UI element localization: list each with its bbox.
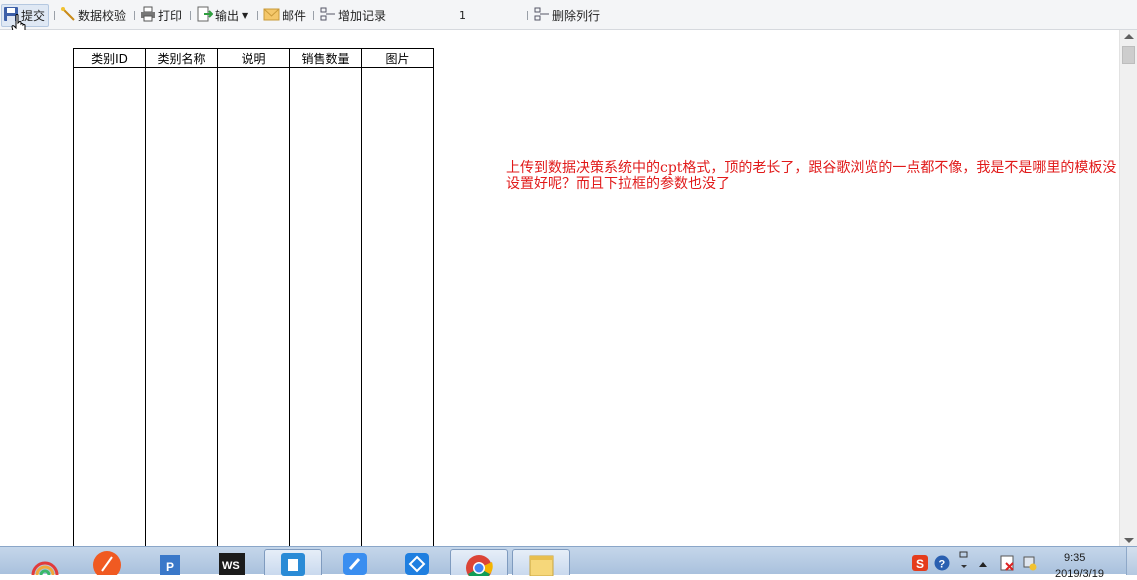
table-cell[interactable]	[145, 67, 218, 546]
email-button[interactable]: 邮件	[263, 5, 306, 25]
ime-sogou-icon[interactable]: S	[912, 555, 928, 574]
clock-time[interactable]: 9:35	[1064, 552, 1085, 564]
toolbar-separator	[257, 11, 258, 20]
column-header-category-name: 类别名称	[145, 48, 218, 68]
delete-row-label: 删除列行	[552, 8, 601, 23]
taskbar-app-pen[interactable]	[78, 549, 136, 575]
export-button[interactable]: 输出 ▼	[197, 5, 248, 25]
clock-date[interactable]: 2019/3/19	[1055, 568, 1104, 580]
delete-row-icon	[534, 6, 550, 25]
column-header-category-id: 类别ID	[73, 48, 146, 68]
app-pen-icon	[93, 551, 121, 575]
validate-button[interactable]: 数据校验	[60, 5, 126, 25]
wand-icon	[60, 6, 76, 25]
ime-settings-icon[interactable]	[958, 551, 970, 574]
report-toolbar: 提交 数据校验 打印 输出 ▼ 邮件 增加记录 1 删除列行	[0, 0, 1137, 38]
toolbar-separator	[527, 11, 528, 20]
delete-row-button[interactable]: 删除列行	[534, 5, 600, 25]
add-row-icon	[320, 6, 336, 25]
table-cell[interactable]	[217, 67, 290, 546]
scroll-down-icon[interactable]	[1124, 538, 1134, 543]
taskbar-app-rainbow[interactable]	[16, 549, 74, 575]
taskbar-app-folder[interactable]	[512, 549, 570, 576]
print-button[interactable]: 打印	[140, 5, 182, 25]
toolbar-separator	[313, 11, 314, 20]
email-label: 邮件	[282, 8, 307, 23]
taskbar-app-blue[interactable]	[264, 549, 322, 576]
add-record-label: 增加记录	[338, 8, 387, 23]
add-record-button[interactable]: 增加记录	[320, 5, 386, 25]
taskbar-app-webstorm[interactable]: WS	[202, 549, 260, 575]
envelope-icon	[263, 7, 280, 24]
taskbar-app-chrome[interactable]	[450, 549, 508, 576]
table-cell[interactable]	[73, 67, 146, 546]
table-header-row: 类别ID 类别名称 说明 销售数量 图片	[73, 48, 434, 68]
annotation-text: 上传到数据决策系统中的cpt格式，顶的老长了，跟谷歌浏览的一点都不像，我是不是哪…	[506, 160, 1117, 192]
taskbar-app-edit[interactable]	[326, 549, 384, 575]
action-center-icon[interactable]	[1000, 555, 1016, 574]
svg-text:S: S	[916, 557, 924, 571]
show-desktop-button[interactable]	[1126, 547, 1137, 575]
toolbar-separator	[134, 11, 135, 20]
report-table: 类别ID 类别名称 说明 销售数量 图片	[73, 48, 434, 546]
app-powerpoint-icon: P	[160, 555, 180, 575]
report-canvas: 类别ID 类别名称 说明 销售数量 图片 上传到数据决策系统中的cpt格式，顶的…	[0, 30, 1119, 546]
help-icon[interactable]: ?	[934, 555, 950, 574]
taskbar-app-powerpoint[interactable]: P	[140, 549, 198, 575]
validate-label: 数据校验	[78, 8, 127, 23]
scroll-thumb[interactable]	[1122, 46, 1135, 64]
app-network-icon	[405, 553, 429, 575]
chevron-down-icon: ▼	[242, 10, 249, 20]
scroll-up-icon[interactable]	[1124, 34, 1134, 39]
toolbar-separator	[54, 11, 55, 20]
print-label: 打印	[158, 8, 183, 23]
app-rainbow-icon	[31, 561, 59, 575]
column-header-image: 图片	[361, 48, 434, 68]
app-chrome-icon	[466, 555, 493, 576]
export-label: 输出	[215, 8, 240, 23]
show-hidden-icons-icon[interactable]	[978, 557, 988, 571]
app-webstorm-icon: WS	[219, 553, 245, 575]
column-header-description: 说明	[217, 48, 290, 68]
vertical-scrollbar[interactable]	[1119, 30, 1137, 546]
page-number: 1	[459, 9, 466, 22]
svg-text:P: P	[166, 560, 174, 574]
table-cell[interactable]	[361, 67, 434, 546]
export-icon	[197, 6, 214, 25]
windows-taskbar: P WS S ? 9:35 2019/3/19	[0, 546, 1137, 580]
toolbar-separator	[190, 11, 191, 20]
table-row	[73, 67, 434, 546]
network-icon[interactable]	[1022, 555, 1038, 574]
app-folder-icon	[529, 555, 554, 576]
svg-text:WS: WS	[222, 560, 240, 572]
printer-icon	[140, 6, 156, 25]
app-blue-app-icon	[281, 553, 305, 576]
table-cell[interactable]	[289, 67, 362, 546]
app-edit-icon	[343, 553, 367, 575]
taskbar-app-network[interactable]	[388, 549, 446, 575]
column-header-sales-quantity: 销售数量	[289, 48, 362, 68]
svg-text:?: ?	[939, 559, 946, 571]
